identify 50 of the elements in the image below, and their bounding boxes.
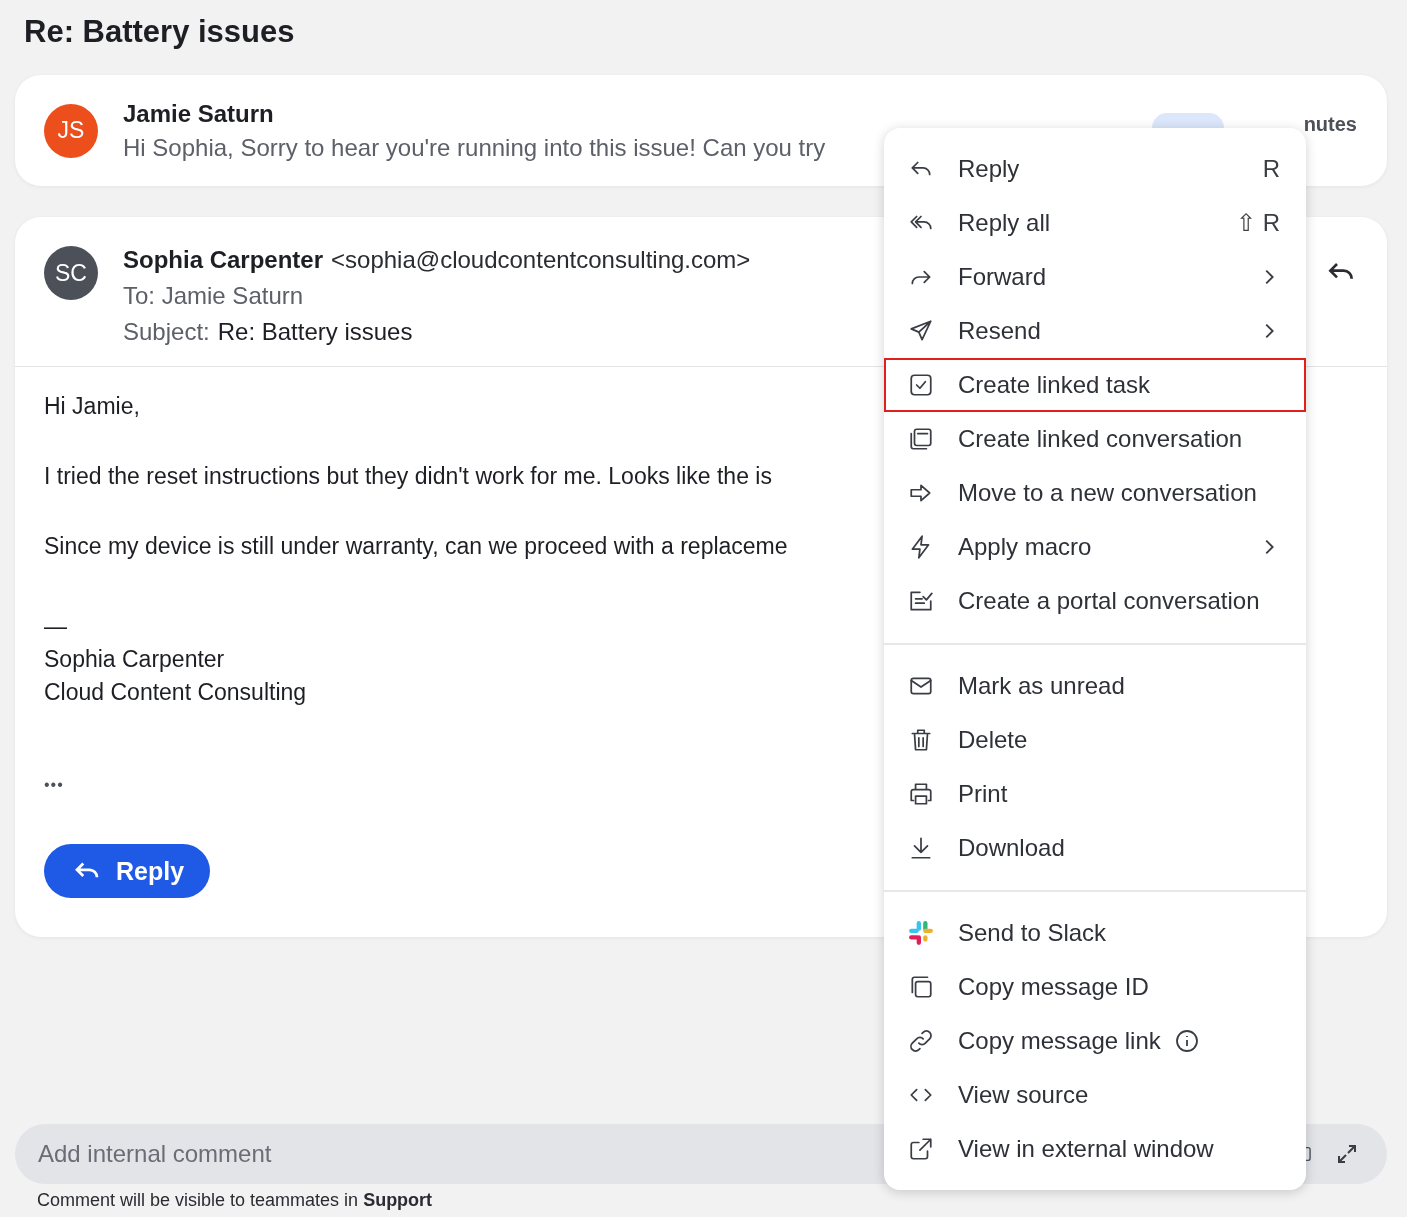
menu-item[interactable]: Create linked task bbox=[884, 358, 1306, 412]
menu-item[interactable]: View source bbox=[884, 1068, 1306, 1122]
edit-list-icon bbox=[908, 588, 934, 614]
menu-item[interactable]: Reply all ⇧ R bbox=[884, 196, 1306, 250]
checkbox-icon bbox=[908, 372, 934, 398]
subject: Re: Battery issues bbox=[217, 318, 413, 346]
menu-item[interactable]: Copy message link bbox=[884, 1014, 1306, 1068]
sender-name: Sophia Carpenter bbox=[123, 246, 324, 274]
subject-label: Subject: bbox=[123, 318, 210, 346]
timestamp: nutes bbox=[1303, 113, 1357, 136]
page-title: Re: Battery issues bbox=[23, 13, 296, 51]
show-more-button[interactable]: ••• bbox=[44, 776, 64, 794]
copy-icon bbox=[908, 974, 934, 1000]
link-icon bbox=[908, 1028, 934, 1054]
hash-logo-icon bbox=[908, 920, 934, 946]
sender-name: Jamie Saturn bbox=[123, 99, 275, 128]
menu-item[interactable]: View in external window bbox=[884, 1122, 1306, 1176]
reply-button[interactable]: Reply bbox=[44, 844, 211, 898]
printer-icon bbox=[908, 781, 934, 807]
menu-item[interactable]: Send to Slack bbox=[884, 906, 1306, 960]
info-icon[interactable] bbox=[1174, 1029, 1199, 1053]
menu-item[interactable]: Copy message ID bbox=[884, 960, 1306, 1014]
keyboard-shortcut: ⇧ R bbox=[1236, 209, 1280, 237]
menu-item[interactable]: Forward bbox=[884, 250, 1306, 304]
avatar: SC bbox=[44, 246, 98, 300]
signature-line: Cloud Content Consulting bbox=[44, 679, 307, 706]
comment-hint: Comment will be visible to teammates in Support bbox=[37, 1190, 434, 1211]
message-preview: Hi Sophia, Sorry to hear you're running into this issue! Can you try bbox=[123, 133, 827, 162]
menu-item[interactable]: Resend bbox=[884, 304, 1306, 358]
body-text: I tried the reset instructions but they didn't work for me. Looks like the is bbox=[44, 463, 772, 490]
signature-line: Sophia Carpenter bbox=[44, 646, 226, 673]
menu-item[interactable]: Download bbox=[884, 821, 1306, 875]
recipient: To: Jamie Saturn bbox=[123, 282, 305, 310]
menu-item[interactable]: Create a portal conversation bbox=[884, 574, 1306, 628]
expand-icon[interactable] bbox=[1335, 1142, 1359, 1166]
menu-item[interactable]: Delete bbox=[884, 713, 1306, 767]
keyboard-shortcut: R bbox=[1262, 155, 1280, 183]
menu-item[interactable]: Mark as unread bbox=[884, 659, 1306, 713]
trash-icon bbox=[908, 727, 934, 753]
sender-email: <sophia@cloudcontentconsulting.com> bbox=[331, 246, 751, 274]
menu-item[interactable]: Move to a new conversation bbox=[884, 466, 1306, 520]
external-link-icon bbox=[908, 1136, 934, 1162]
menu-item[interactable]: Print bbox=[884, 767, 1306, 821]
body-text: Hi Jamie, bbox=[44, 393, 140, 420]
signature-line: — bbox=[44, 613, 68, 640]
menu-item[interactable]: Apply macro bbox=[884, 520, 1306, 574]
body-text: Since my device is still under warranty, can we proceed with a replaceme bbox=[44, 533, 788, 560]
copy-icon bbox=[908, 426, 934, 452]
avatar: JS bbox=[44, 103, 98, 158]
menu-item[interactable]: Create linked conversation bbox=[884, 412, 1306, 466]
